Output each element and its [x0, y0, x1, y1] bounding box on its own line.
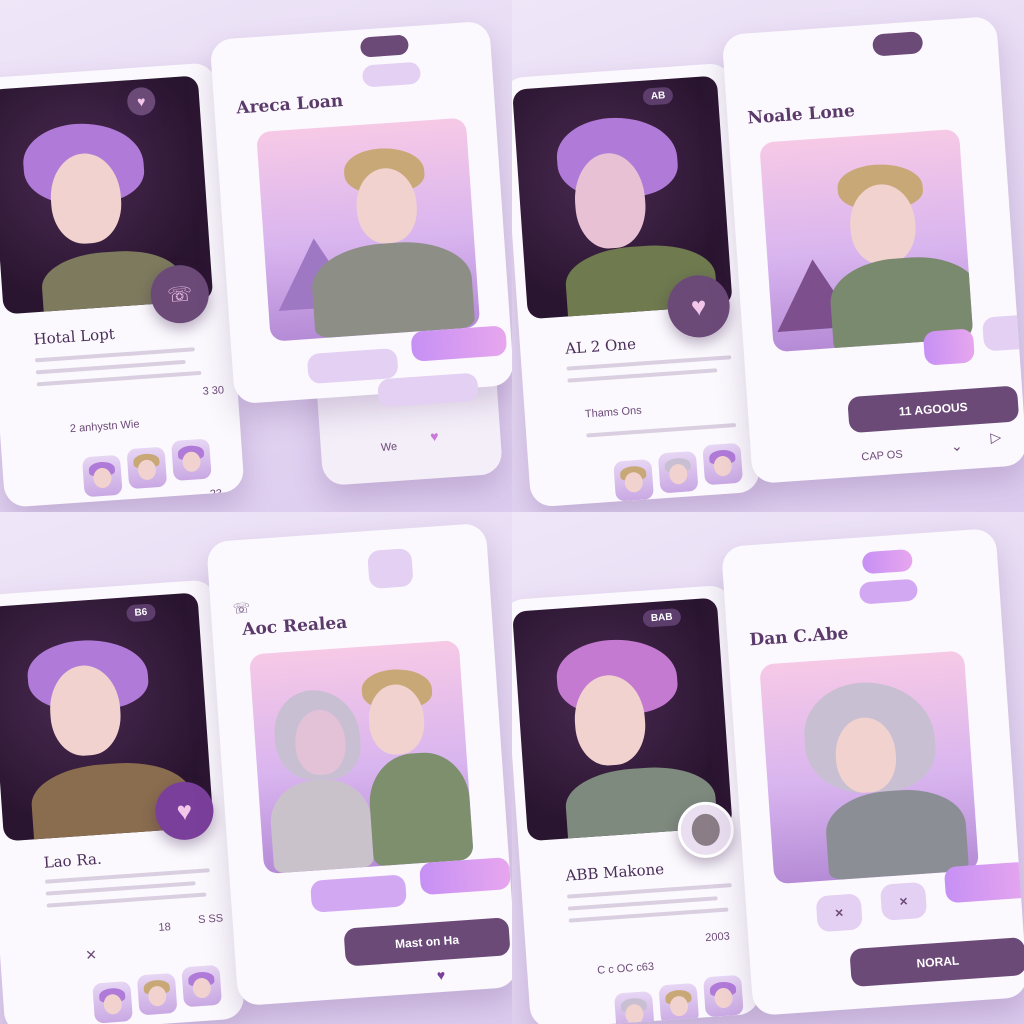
panel-4: BAB ABB Makone 2003 C c OC c63 Dan C.Abe…: [512, 512, 1024, 1024]
profile-card[interactable]: AB ♥ AL 2 One Thams Ons 1 10: [512, 62, 761, 508]
match-card[interactable]: Noale Lone 11 AGOOUS CAP OS ⌄ ▷: [721, 15, 1024, 485]
secondary-tag[interactable]: [361, 61, 422, 88]
like-button[interactable]: [410, 325, 508, 362]
match-photo: [759, 650, 980, 885]
profile-name: AL 2 One: [564, 334, 637, 358]
gallery-thumb[interactable]: [658, 982, 700, 1024]
like-button[interactable]: [922, 328, 976, 366]
gallery-thumb[interactable]: [613, 459, 654, 502]
match-photo: [249, 639, 474, 875]
top-tag: [871, 31, 924, 57]
like-button[interactable]: [943, 861, 1024, 904]
bio-line: [567, 368, 718, 383]
stat: 18: [158, 921, 172, 934]
sweater: [366, 749, 474, 867]
panel-3: B6 ♥ Lao Ra. 18 S SS ✕ ☏ Aoc Realea Mast…: [0, 512, 512, 1024]
like-button[interactable]: [419, 856, 512, 896]
pass-button[interactable]: [309, 874, 407, 913]
profile-tag: B6: [125, 603, 156, 623]
profile-card[interactable]: BAB ABB Makone 2003 C c OC c63: [512, 584, 761, 1024]
primary-action-button[interactable]: 11 AGOOUS: [847, 385, 1020, 434]
heart-icon[interactable]: ♥: [436, 967, 445, 984]
bio-line: [586, 423, 737, 438]
gallery-thumb[interactable]: [171, 438, 212, 482]
panel-1: ♥ ☏ Hotal Lopt 3 30 2 anhystn Wie 23 We …: [0, 0, 512, 512]
send-icon[interactable]: ▷: [990, 429, 1002, 447]
gallery-thumb[interactable]: [657, 450, 699, 494]
match-card[interactable]: Areca Loan: [209, 20, 512, 405]
profile-name: Hotal Lopt: [32, 324, 116, 349]
match-photo: [256, 117, 481, 342]
profile-card[interactable]: B6 ♥ Lao Ra. 18 S SS ✕: [0, 579, 246, 1024]
card-title: Areca Loan: [235, 91, 344, 119]
gallery-thumb[interactable]: [703, 974, 744, 1018]
footer-label: We: [380, 440, 398, 454]
profile-card[interactable]: ♥ ☏ Hotal Lopt 3 30 2 anhystn Wie 23: [0, 62, 245, 508]
footer-count: 23: [209, 487, 223, 501]
sweater: [268, 776, 375, 874]
card-title: Aoc Realea: [241, 612, 348, 640]
bio-line: [36, 370, 202, 387]
match-photo: [759, 128, 974, 353]
primary-action-button[interactable]: NORAL: [849, 936, 1024, 988]
top-tag: [367, 548, 414, 590]
match-card[interactable]: ☏ Aoc Realea Mast on Ha ♥: [206, 522, 512, 1007]
top-tag: [359, 34, 410, 58]
bio-line: [45, 881, 196, 896]
gallery-thumb[interactable]: [81, 454, 123, 498]
gallery-thumb[interactable]: [181, 964, 223, 1008]
panel-2: AB ♥ AL 2 One Thams Ons 1 10 Noale Lone …: [512, 0, 1024, 512]
close-button[interactable]: ✕: [815, 893, 863, 933]
close-button[interactable]: ✕: [879, 881, 928, 921]
gallery-thumb[interactable]: [92, 981, 133, 1024]
bio-line: [568, 907, 729, 923]
top-tag: [861, 548, 914, 575]
phone-icon[interactable]: ☏: [232, 599, 251, 617]
chevron-down-icon[interactable]: ⌄: [950, 437, 963, 455]
secondary-tag[interactable]: [858, 578, 919, 605]
primary-action-button[interactable]: Mast on Ha: [343, 917, 511, 967]
gallery-thumb[interactable]: [126, 446, 168, 490]
match-card[interactable]: Dan C.Abe ✕ ✕ NORAL: [720, 527, 1024, 1017]
close-icon[interactable]: ✕: [85, 946, 98, 964]
caption: C c OC c63: [596, 960, 655, 977]
caption: 2 anhystn Wie: [69, 418, 140, 436]
sweater: [823, 785, 970, 881]
score: 3 30: [202, 384, 225, 398]
stat: S SS: [197, 912, 224, 927]
card-title: Dan C.Abe: [748, 623, 850, 651]
bio-line: [35, 359, 186, 375]
heart-icon[interactable]: ♥: [430, 428, 439, 445]
chat-button[interactable]: [981, 314, 1024, 352]
stat: 2003: [704, 930, 731, 945]
card-title: Noale Lone: [746, 101, 856, 129]
footer-label: CAP OS: [861, 448, 904, 464]
profile-tag: BAB: [642, 608, 682, 628]
gallery-thumb[interactable]: [136, 972, 178, 1016]
profile-date: Thams Ons: [584, 404, 643, 421]
gallery-thumb[interactable]: [702, 442, 744, 486]
gallery-thumb[interactable]: [613, 990, 655, 1024]
footer-count: 1 10: [710, 493, 734, 507]
bio-line: [567, 896, 718, 911]
profile-name: Lao Ra.: [43, 849, 103, 872]
bio-line: [46, 892, 207, 908]
profile-name: ABB Makone: [565, 859, 665, 885]
